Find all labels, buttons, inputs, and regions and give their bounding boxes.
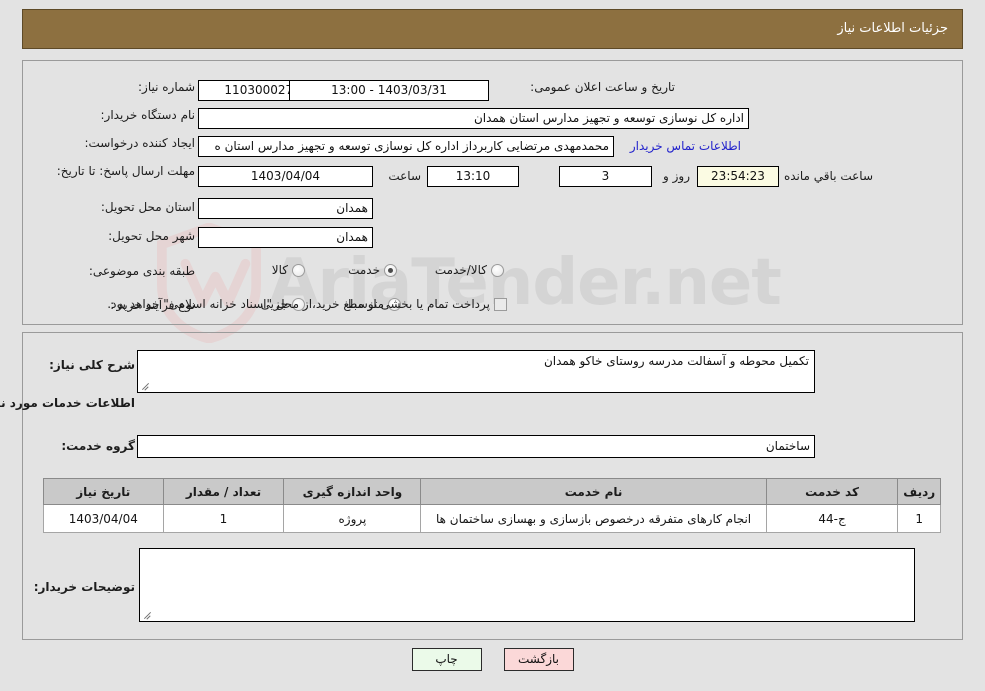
deadline-countdown-input: 23:54:23 <box>697 166 779 187</box>
service-group-label: گروه خدمت: <box>61 439 135 453</box>
col-unit: واحد اندازه گیری <box>283 478 422 505</box>
need-number-field-group: شماره نیاز: <box>138 80 195 94</box>
buyer-org-input[interactable]: اداره کل نوسازی توسعه و تجهیز مدارس استا… <box>198 108 749 129</box>
category-option-label-kala: کالا <box>271 263 288 277</box>
deadline-date-input[interactable]: 1403/04/04 <box>198 166 373 187</box>
cell-code: ج-44 <box>765 504 899 533</box>
treasury-bond-checkbox[interactable] <box>494 297 507 311</box>
page-header-bar: جزئیات اطلاعات نیاز <box>22 9 963 49</box>
delivery-province-label: استان محل تحویل: <box>100 200 195 214</box>
page-title: جزئیات اطلاعات نیاز <box>837 21 948 36</box>
delivery-province-input[interactable]: همدان <box>198 198 373 219</box>
col-quantity: تعداد / مقدار <box>162 478 285 505</box>
category-radio-kala[interactable] <box>292 263 305 277</box>
general-desc-textarea[interactable]: تکمیل محوطه و آسفالت مدرسه روستای خاکو ه… <box>137 350 815 393</box>
announce-datetime-label-group: تاریخ و ساعت اعلان عمومی: <box>530 80 675 94</box>
category-option-khedmat[interactable]: خدمت <box>344 263 397 277</box>
category-label-group: طبقه بندی موضوعی: <box>89 264 195 278</box>
deadline-hour-input[interactable]: 13:10 <box>427 166 519 187</box>
cell-quantity: 1 <box>162 504 285 533</box>
table-row: 1 ج-44 انجام کارهای متفرقه درخصوص بازساز… <box>43 504 941 533</box>
delivery-city-label: شهر محل تحویل: <box>108 229 195 243</box>
buyer-contact-info-link[interactable]: اطلاعات تماس خریدار <box>630 139 741 153</box>
delivery-city-input[interactable]: همدان <box>198 227 373 248</box>
resize-grip-icon[interactable] <box>141 380 151 391</box>
deadline-label: مهلت ارسال پاسخ: تا تاریخ: <box>56 164 195 178</box>
need-number-label: شماره نیاز: <box>138 80 195 94</box>
general-desc-label-group: شرح کلی نیاز: <box>49 358 135 372</box>
treasury-bond-option[interactable]: پرداخت تمام یا بخشی از مبلغ خرید،از محل … <box>103 297 507 311</box>
services-table: ردیف کد خدمت نام خدمت واحد اندازه گیری ت… <box>43 478 941 533</box>
general-desc-label: شرح کلی نیاز: <box>49 358 135 372</box>
print-button[interactable]: چاپ <box>411 648 482 671</box>
category-option-kala-khedmat[interactable]: کالا/خدمت <box>431 263 504 277</box>
buyer-org-label-group: نام دستگاه خریدار: <box>101 108 196 122</box>
service-group-input[interactable]: ساختمان <box>137 435 815 458</box>
category-radio-kala-khedmat[interactable] <box>491 263 504 277</box>
col-need-date: تاریخ نیاز <box>43 478 164 505</box>
cell-unit: پروژه <box>283 504 422 533</box>
delivery-city-label-group: شهر محل تحویل: <box>108 229 195 243</box>
general-desc-value: تکمیل محوطه و آسفالت مدرسه روستای خاکو ه… <box>543 354 809 368</box>
buyer-notes-label: توضیحات خریدار: <box>33 580 135 594</box>
services-heading: اطلاعات خدمات مورد نیاز <box>0 396 135 410</box>
request-creator-label-group: ایجاد کننده درخواست: <box>84 136 195 150</box>
category-option-label-kala-khedmat: کالا/خدمت <box>434 263 487 277</box>
resize-grip-icon-notes[interactable] <box>143 609 153 620</box>
delivery-province-label-group: استان محل تحویل: <box>101 200 195 214</box>
services-table-wrapper: ردیف کد خدمت نام خدمت واحد اندازه گیری ت… <box>43 478 941 533</box>
buyer-notes-textarea[interactable] <box>139 548 915 622</box>
cell-need-date: 1403/04/04 <box>43 504 164 533</box>
button-bar: بازگشت چاپ <box>0 648 985 671</box>
deadline-countdown-suffix-label: ساعت باقي مانده <box>783 169 873 183</box>
need-info-panel <box>22 60 963 325</box>
service-group-label-group: گروه خدمت: <box>61 439 135 453</box>
col-code: کد خدمت <box>765 478 899 505</box>
col-radif: ردیف <box>897 478 941 505</box>
announce-datetime-input[interactable]: 1403/03/31 - 13:00 <box>289 80 489 101</box>
category-option-label-khedmat: خدمت <box>348 263 380 277</box>
request-creator-input[interactable]: محمدمهدی مرتضایی کاربرداز اداره کل نوساز… <box>198 136 614 157</box>
treasury-bond-label: پرداخت تمام یا بخشی از مبلغ خرید،از محل … <box>107 297 490 311</box>
category-radio-khedmat[interactable] <box>384 263 397 277</box>
cell-name: انجام کارهای متفرقه درخصوص بازسازی و بهس… <box>420 504 767 533</box>
col-name: نام خدمت <box>420 478 767 505</box>
buyer-org-label: نام دستگاه خریدار: <box>100 108 196 122</box>
request-creator-label: ایجاد کننده درخواست: <box>84 136 195 150</box>
deadline-label-group: مهلت ارسال پاسخ: تا تاریخ: <box>57 164 195 179</box>
table-header-row: ردیف کد خدمت نام خدمت واحد اندازه گیری ت… <box>43 478 941 505</box>
category-option-kala[interactable]: کالا <box>268 263 305 277</box>
deadline-days-input[interactable]: 3 <box>559 166 652 187</box>
category-label: طبقه بندی موضوعی: <box>88 264 195 278</box>
back-button[interactable]: بازگشت <box>503 648 574 671</box>
announce-datetime-label: تاریخ و ساعت اعلان عمومی: <box>530 80 675 94</box>
buyer-notes-label-group: توضیحات خریدار: <box>34 580 135 594</box>
deadline-days-suffix-label: روز و <box>663 169 690 183</box>
services-heading-group: اطلاعات خدمات مورد نیاز <box>0 396 135 410</box>
cell-radif: 1 <box>897 504 941 533</box>
deadline-hour-label: ساعت <box>388 169 421 183</box>
